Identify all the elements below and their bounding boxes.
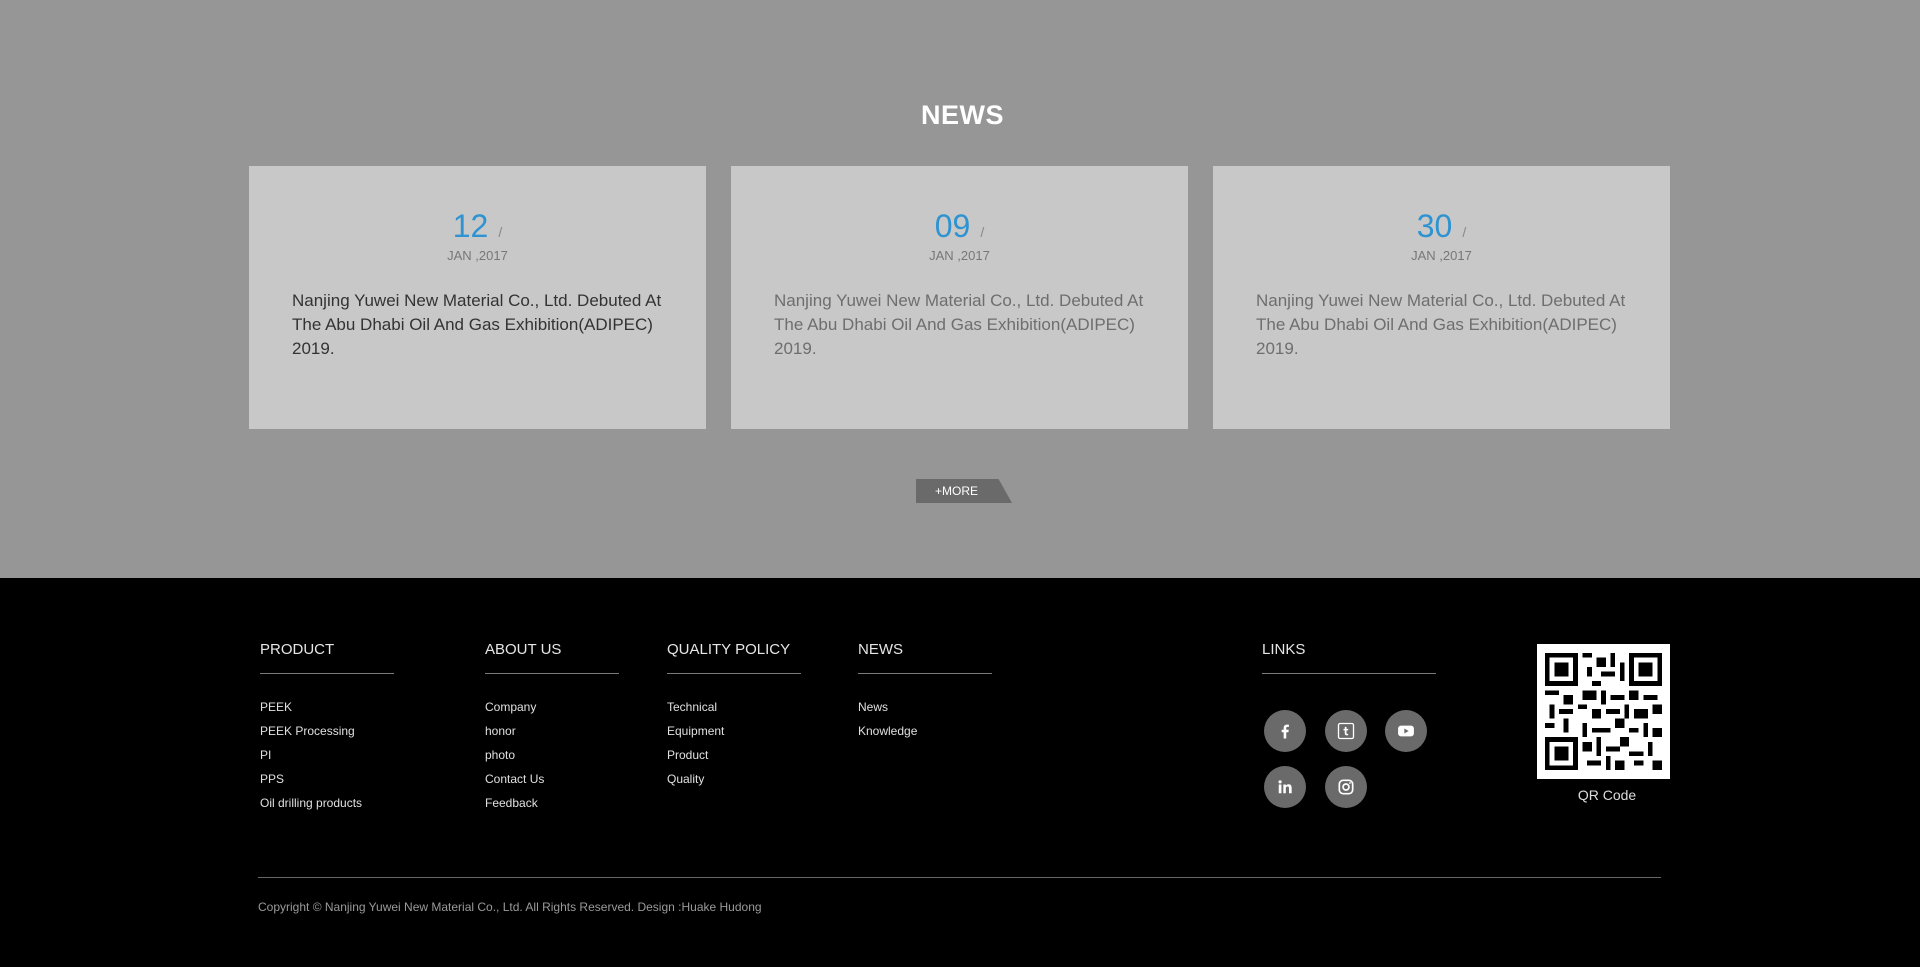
footer-column-news: NEWS News Knowledge: [858, 641, 992, 748]
footer-column-quality: QUALITY POLICY Technical Equipment Produ…: [667, 641, 801, 796]
news-date: 12 / JAN ,2017: [249, 210, 706, 263]
news-month-year: JAN ,2017: [929, 248, 990, 263]
footer-link[interactable]: Company: [485, 700, 619, 714]
news-card[interactable]: 30 / JAN ,2017 Nanjing Yuwei New Material…: [1213, 166, 1670, 429]
news-section: NEWS 12 / JAN ,2017 Nanjing Yuwei New Mat…: [0, 0, 1920, 578]
news-summary[interactable]: Nanjing Yuwei New Material Co., Ltd. Deb…: [1256, 289, 1641, 361]
instagram-icon[interactable]: [1325, 766, 1367, 808]
more-news-button[interactable]: +MORE: [916, 479, 1012, 503]
footer-divider: [667, 673, 801, 674]
news-day: 12: [452, 208, 489, 244]
footer-link[interactable]: News: [858, 700, 992, 714]
date-separator: /: [498, 224, 503, 240]
facebook-icon[interactable]: [1264, 710, 1306, 752]
news-card[interactable]: 12 / JAN ,2017 Nanjing Yuwei New Material…: [249, 166, 706, 429]
linkedin-icon[interactable]: [1264, 766, 1306, 808]
footer-list-news: News Knowledge: [858, 700, 992, 738]
footer-link[interactable]: Equipment: [667, 724, 801, 738]
footer-link[interactable]: PI: [260, 748, 394, 762]
date-separator: /: [1462, 224, 1467, 240]
news-month-year: JAN ,2017: [447, 248, 508, 263]
footer-heading-about[interactable]: ABOUT US: [485, 641, 619, 659]
qr-code-image: [1537, 644, 1670, 779]
footer-column-links: LINKS: [1262, 641, 1436, 674]
footer-link[interactable]: Quality: [667, 772, 801, 786]
qr-code-label: QR Code: [1577, 787, 1637, 803]
news-card[interactable]: 09 / JAN ,2017 Nanjing Yuwei New Material…: [731, 166, 1188, 429]
footer-bottom-divider: [258, 877, 1661, 878]
footer-link[interactable]: Feedback: [485, 796, 619, 810]
footer-list-quality: Technical Equipment Product Quality: [667, 700, 801, 786]
news-summary[interactable]: Nanjing Yuwei New Material Co., Ltd. Deb…: [774, 289, 1159, 361]
footer-divider: [485, 673, 619, 674]
footer-heading-product[interactable]: PRODUCT: [260, 641, 394, 659]
footer-list-product: PEEK PEEK Processing PI PPS Oil drilling…: [260, 700, 394, 810]
footer-column-about: ABOUT US Company honor photo Contact Us …: [485, 641, 619, 820]
footer-list-about: Company honor photo Contact Us Feedback: [485, 700, 619, 810]
footer-column-product: PRODUCT PEEK PEEK Processing PI PPS Oil …: [260, 641, 394, 820]
footer-link[interactable]: Oil drilling products: [260, 796, 394, 810]
news-date: 30 / JAN ,2017: [1213, 210, 1670, 263]
news-day: 30: [1416, 208, 1453, 244]
copyright-text: Copyright © Nanjing Yuwei New Material C…: [258, 900, 762, 914]
footer-link[interactable]: photo: [485, 748, 619, 762]
news-heading: NEWS: [921, 100, 1004, 130]
footer-link[interactable]: Contact Us: [485, 772, 619, 786]
footer-heading-news[interactable]: NEWS: [858, 641, 992, 659]
news-day: 09: [934, 208, 971, 244]
footer-divider: [1262, 673, 1436, 674]
site-footer: PRODUCT PEEK PEEK Processing PI PPS Oil …: [0, 578, 1920, 967]
footer-heading-quality[interactable]: QUALITY POLICY: [667, 641, 801, 659]
news-summary[interactable]: Nanjing Yuwei New Material Co., Ltd. Deb…: [292, 289, 677, 361]
news-month-year: JAN ,2017: [1411, 248, 1472, 263]
footer-link[interactable]: Product: [667, 748, 801, 762]
footer-divider: [260, 673, 394, 674]
footer-link[interactable]: PEEK Processing: [260, 724, 394, 738]
footer-link[interactable]: PEEK: [260, 700, 394, 714]
footer-link[interactable]: Knowledge: [858, 724, 992, 738]
footer-link[interactable]: Technical: [667, 700, 801, 714]
date-separator: /: [980, 224, 985, 240]
news-date: 09 / JAN ,2017: [731, 210, 1188, 263]
footer-link[interactable]: PPS: [260, 772, 394, 786]
footer-divider: [858, 673, 992, 674]
footer-heading-links: LINKS: [1262, 641, 1306, 658]
youtube-icon[interactable]: [1385, 710, 1427, 752]
footer-link[interactable]: honor: [485, 724, 619, 738]
tumblr-icon[interactable]: [1325, 710, 1367, 752]
